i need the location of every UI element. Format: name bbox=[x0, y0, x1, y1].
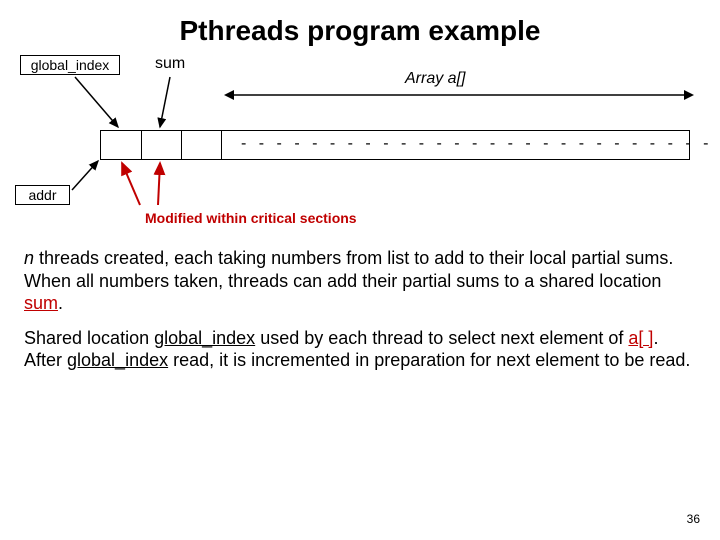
p1-n: n bbox=[24, 248, 34, 268]
paragraph-1: n threads created, each taking numbers f… bbox=[20, 247, 700, 315]
p2-global-index: global_index bbox=[154, 328, 255, 348]
paragraph-2: Shared location global_index used by eac… bbox=[20, 327, 700, 372]
p2-global-index2: global_index bbox=[67, 350, 168, 370]
p1-rest: threads created, each taking numbers fro… bbox=[24, 248, 673, 291]
p2-arr: a[ ] bbox=[628, 328, 653, 348]
p2-d: read, it is incremented in preparation f… bbox=[168, 350, 690, 370]
p2-a: Shared location bbox=[24, 328, 154, 348]
p2-b: used by each thread to select next eleme… bbox=[255, 328, 628, 348]
p1-period: . bbox=[58, 293, 63, 313]
arrows-svg bbox=[20, 55, 700, 235]
slide-title: Pthreads program example bbox=[20, 15, 700, 47]
page-number: 36 bbox=[687, 512, 700, 526]
diagram: global_index sum Array a[] - - - - - - -… bbox=[20, 55, 700, 235]
p1-sum: sum bbox=[24, 293, 58, 313]
